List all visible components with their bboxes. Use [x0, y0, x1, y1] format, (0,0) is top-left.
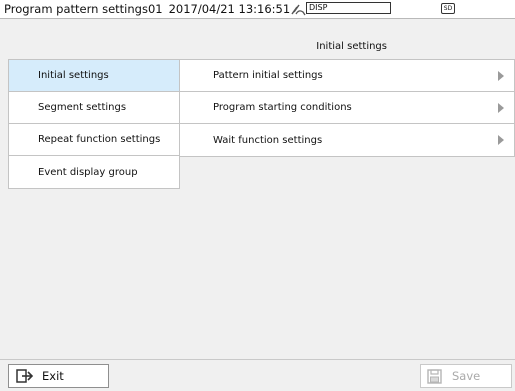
exit-icon	[16, 369, 34, 383]
list-item-pattern-initial-settings[interactable]: Pattern initial settings	[180, 60, 514, 92]
footer-bar: Exit Save	[0, 359, 515, 391]
save-label: Save	[452, 369, 481, 383]
left-menu: Initial settings Segment settings Repeat…	[8, 59, 180, 189]
menu-item-label: Initial settings	[38, 70, 109, 81]
title-bar: Program pattern settings01 2017/04/21 13:…	[0, 0, 515, 19]
disp-indicator: DISP	[306, 2, 391, 14]
menu-item-repeat-function-settings[interactable]: Repeat function settings	[9, 124, 179, 156]
chevron-right-icon	[498, 135, 504, 145]
chevron-right-icon	[498, 103, 504, 113]
settings-list: Pattern initial settings Program startin…	[180, 59, 515, 157]
menu-item-label: Repeat function settings	[38, 134, 161, 145]
menu-item-initial-settings[interactable]: Initial settings	[9, 60, 179, 92]
antenna-icon	[291, 4, 306, 16]
chevron-right-icon	[498, 71, 504, 81]
window-title: Program pattern settings01	[4, 2, 163, 16]
menu-item-segment-settings[interactable]: Segment settings	[9, 92, 179, 124]
sd-card-icon: SD	[441, 3, 455, 14]
menu-item-label: Event display group	[38, 166, 138, 178]
header-strip: Initial settings	[0, 19, 515, 59]
list-item-program-starting-conditions[interactable]: Program starting conditions	[180, 92, 514, 124]
exit-label: Exit	[42, 369, 64, 383]
save-icon	[427, 368, 442, 384]
list-item-label: Wait function settings	[213, 134, 323, 146]
page-title: Initial settings	[316, 41, 387, 52]
list-item-label: Program starting conditions	[213, 102, 352, 113]
list-item-label: Pattern initial settings	[213, 70, 323, 81]
title-text: Program pattern settings01 2017/04/21 13:…	[4, 2, 296, 16]
save-button[interactable]: Save	[420, 364, 512, 388]
list-item-wait-function-settings[interactable]: Wait function settings	[180, 124, 514, 156]
datetime: 2017/04/21 13:16:51	[168, 2, 291, 16]
exit-button[interactable]: Exit	[8, 364, 109, 388]
menu-item-event-display-group[interactable]: Event display group	[9, 156, 179, 188]
menu-item-label: Segment settings	[38, 102, 127, 113]
